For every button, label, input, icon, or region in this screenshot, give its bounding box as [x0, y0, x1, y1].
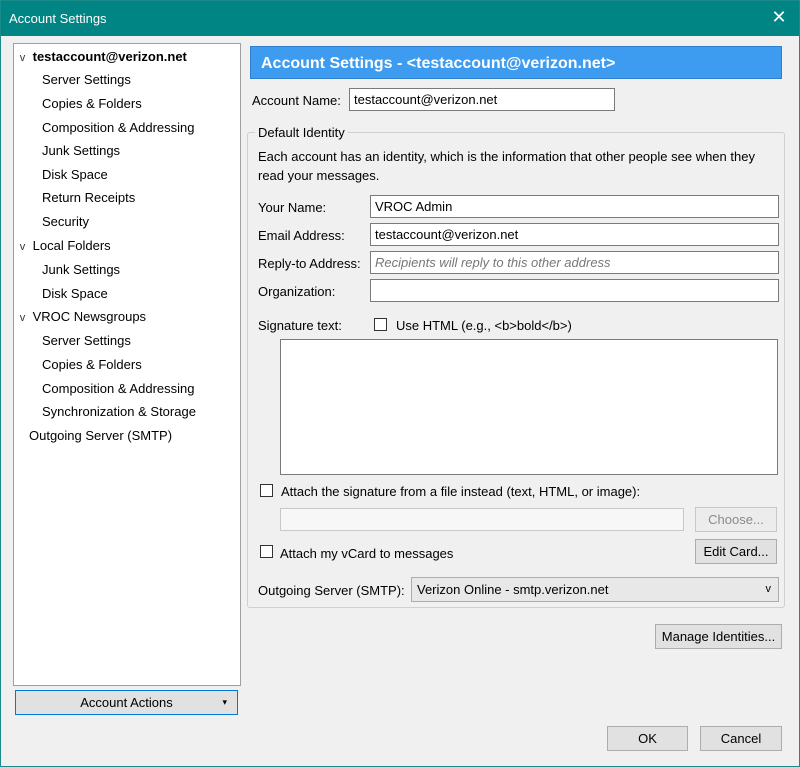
outgoing-server-value: Verizon Online - smtp.verizon.net — [417, 582, 609, 597]
tree-item-security[interactable]: Security — [42, 211, 89, 233]
email-address-input[interactable]: testaccount@verizon.net — [370, 223, 779, 246]
tree-item-composition-addressing[interactable]: Composition & Addressing — [42, 117, 194, 139]
tree-item-label: VROC Newsgroups — [32, 309, 147, 324]
chevron-down-icon[interactable]: v — [16, 307, 29, 329]
tree-item-account[interactable]: v testaccount@verizon.net — [16, 46, 187, 68]
default-identity-label: Default Identity — [255, 125, 348, 140]
tree-item-local-disk-space[interactable]: Disk Space — [42, 283, 108, 305]
edit-card-button[interactable]: Edit Card... — [695, 539, 777, 564]
chevron-down-icon[interactable]: v — [16, 47, 29, 69]
outgoing-server-label: Outgoing Server (SMTP): — [258, 583, 405, 598]
tree-item-news-copies-folders[interactable]: Copies & Folders — [42, 354, 142, 376]
tree-item-copies-folders[interactable]: Copies & Folders — [42, 93, 142, 115]
tree-item-news-synchronization-storage[interactable]: Synchronization & Storage — [42, 401, 196, 423]
your-name-input[interactable]: VROC Admin — [370, 195, 779, 218]
account-tree[interactable]: v testaccount@verizon.net Server Setting… — [13, 43, 241, 686]
attach-vcard-checkbox[interactable] — [260, 545, 273, 558]
attach-vcard-label: Attach my vCard to messages — [280, 546, 454, 561]
tree-item-disk-space[interactable]: Disk Space — [42, 164, 108, 186]
manage-identities-button[interactable]: Manage Identities... — [655, 624, 782, 649]
tree-item-return-receipts[interactable]: Return Receipts — [42, 187, 135, 209]
title-bar: Account Settings ✕ — [1, 1, 799, 36]
signature-text-label: Signature text: — [258, 318, 342, 333]
reply-to-label: Reply-to Address: — [258, 256, 361, 271]
chevron-down-icon: v — [765, 583, 772, 595]
organization-label: Organization: — [258, 284, 336, 299]
account-settings-window: Account Settings ✕ v testaccount@verizon… — [0, 0, 800, 767]
attach-signature-label: Attach the signature from a file instead… — [281, 484, 641, 499]
cancel-button[interactable]: Cancel — [700, 726, 782, 751]
tree-item-server-settings[interactable]: Server Settings — [42, 69, 131, 91]
panel-header: Account Settings - <testaccount@verizon.… — [250, 46, 782, 79]
reply-to-input[interactable]: Recipients will reply to this other addr… — [370, 251, 779, 274]
dropdown-arrow-icon: ▾ — [222, 697, 227, 707]
tree-item-local-junk-settings[interactable]: Junk Settings — [42, 259, 120, 281]
attach-signature-checkbox[interactable] — [260, 484, 273, 497]
your-name-label: Your Name: — [258, 200, 327, 215]
tree-item-local-folders[interactable]: v Local Folders — [16, 235, 111, 257]
use-html-checkbox[interactable] — [374, 318, 387, 331]
account-name-label: Account Name: — [252, 93, 341, 108]
use-html-label: Use HTML (e.g., <b>bold</b>) — [396, 318, 572, 333]
outgoing-server-select[interactable]: Verizon Online - smtp.verizon.net v — [411, 577, 779, 602]
account-name-input[interactable]: testaccount@verizon.net — [349, 88, 615, 111]
tree-item-vroc-newsgroups[interactable]: v VROC Newsgroups — [16, 306, 146, 328]
email-address-label: Email Address: — [258, 228, 345, 243]
ok-button[interactable]: OK — [607, 726, 688, 751]
tree-item-label: testaccount@verizon.net — [32, 49, 187, 64]
account-actions-label: Account Actions — [80, 695, 173, 710]
signature-textarea[interactable] — [280, 339, 778, 475]
organization-input[interactable] — [370, 279, 779, 302]
identity-description: Each account has an identity, which is t… — [258, 149, 755, 183]
signature-file-input[interactable] — [280, 508, 684, 531]
tree-item-junk-settings[interactable]: Junk Settings — [42, 140, 120, 162]
tree-item-outgoing-server[interactable]: Outgoing Server (SMTP) — [29, 425, 172, 447]
chevron-down-icon[interactable]: v — [16, 236, 29, 258]
choose-button[interactable]: Choose... — [695, 507, 777, 532]
window-title: Account Settings — [9, 11, 107, 26]
close-icon[interactable]: ✕ — [769, 7, 789, 27]
tree-item-label: Local Folders — [32, 238, 111, 253]
account-actions-button[interactable]: Account Actions ▾ — [15, 690, 238, 715]
tree-item-news-server-settings[interactable]: Server Settings — [42, 330, 131, 352]
tree-item-news-composition-addressing[interactable]: Composition & Addressing — [42, 378, 194, 400]
